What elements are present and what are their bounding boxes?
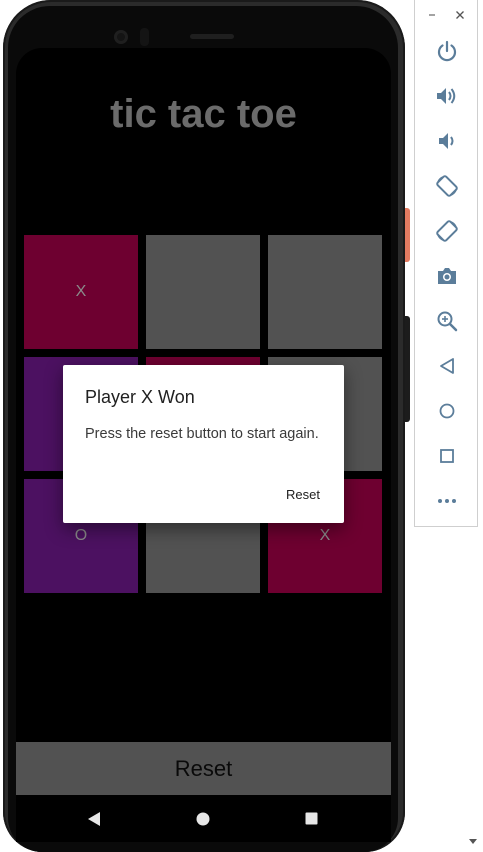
- volume-up-button[interactable]: [435, 84, 459, 108]
- android-navigation-bar: [16, 795, 391, 842]
- emulator-overview-button[interactable]: [435, 444, 459, 468]
- cell-mark: O: [74, 527, 88, 544]
- minimize-window-button[interactable]: [423, 6, 441, 24]
- overview-icon: [440, 449, 454, 463]
- minimize-icon: [429, 14, 435, 16]
- earpiece-speaker: [190, 34, 234, 39]
- dialog-reset-button[interactable]: Reset: [282, 483, 324, 506]
- volume-down-button[interactable]: [435, 129, 459, 153]
- front-camera: [114, 30, 128, 44]
- reset-button[interactable]: Reset: [16, 742, 391, 795]
- proximity-sensor: [140, 28, 149, 46]
- cell-mark: X: [75, 283, 87, 300]
- rotate-right-icon: [436, 220, 458, 242]
- rotate-left-icon: [436, 175, 458, 197]
- emulator-home-button[interactable]: [435, 399, 459, 423]
- home-icon: [439, 403, 455, 419]
- dialog-message: Press the reset button to start again.: [85, 426, 319, 442]
- dialog-title: Player X Won: [85, 387, 195, 407]
- screenshot-button[interactable]: [435, 264, 459, 288]
- board-cell-2[interactable]: [146, 235, 260, 349]
- recents-icon: [305, 812, 317, 825]
- emulator-toolbar: [414, 0, 478, 527]
- power-button[interactable]: [435, 39, 459, 63]
- power-side-button[interactable]: [405, 208, 410, 262]
- volume-down-icon: [439, 133, 454, 149]
- zoom-button[interactable]: [435, 309, 459, 333]
- nav-back-button[interactable]: [64, 795, 124, 842]
- close-icon: [456, 11, 464, 19]
- nav-home-button[interactable]: [173, 795, 233, 842]
- more-icon: [438, 499, 456, 503]
- scroll-down-arrow-icon[interactable]: [467, 838, 479, 846]
- more-options-button[interactable]: [435, 489, 459, 513]
- close-window-button[interactable]: [451, 6, 469, 24]
- cell-mark: X: [319, 527, 331, 544]
- back-icon: [440, 358, 454, 374]
- game-over-dialog: Player X Won Press the reset button to s…: [63, 365, 344, 523]
- volume-side-button[interactable]: [405, 316, 410, 422]
- nav-recents-button[interactable]: [281, 795, 341, 842]
- emulator-back-button[interactable]: [435, 354, 459, 378]
- board-cell-1[interactable]: X: [24, 235, 138, 349]
- back-icon: [88, 811, 100, 826]
- volume-up-icon: [437, 88, 456, 104]
- power-icon: [437, 40, 457, 62]
- app-title: tic tac toe: [110, 92, 297, 136]
- rotate-right-button[interactable]: [435, 219, 459, 243]
- board-cell-3[interactable]: [268, 235, 382, 349]
- home-icon: [196, 812, 210, 825]
- rotate-left-button[interactable]: [435, 174, 459, 198]
- camera-icon: [438, 268, 456, 284]
- zoom-icon: [437, 311, 458, 332]
